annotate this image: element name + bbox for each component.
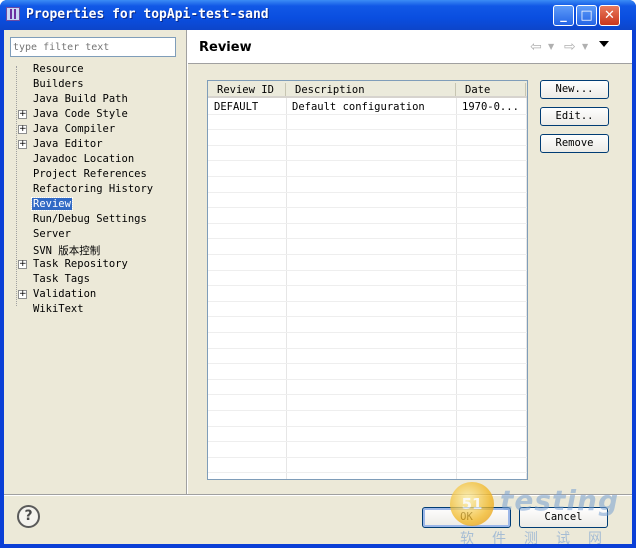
tree-item-server[interactable]: Server [10, 227, 182, 242]
tree-item-label: SVN 版本控制 [33, 245, 101, 257]
dialog-client-area: Resource Builders Java Build Path + Java Cod… [4, 30, 632, 547]
tree-item-label: Server [33, 228, 71, 240]
tree-item-label: Task Repository [33, 258, 128, 270]
remove-button[interactable]: Remove [540, 134, 609, 153]
tree-item-refactoring-history[interactable]: Refactoring History [10, 182, 182, 197]
minimize-button[interactable]: _ [553, 5, 574, 26]
expand-icon[interactable]: + [18, 260, 27, 269]
properties-dialog-window: Properties for topApi-test-sand _ □ ✕ Re… [0, 0, 636, 548]
forward-history-dropdown-icon[interactable]: ▼ [582, 42, 588, 51]
tree-item-project-references[interactable]: Project References [10, 167, 182, 182]
tree-item-label: Java Build Path [33, 93, 128, 105]
column-header-date[interactable]: Date [465, 84, 490, 96]
tree-item-java-code-style[interactable]: + Java Code Style [10, 107, 182, 122]
tree-item-task-tags[interactable]: Task Tags [10, 272, 182, 287]
tree-item-javadoc-location[interactable]: Javadoc Location [10, 152, 182, 167]
tree-item-review[interactable]: Review [10, 197, 182, 212]
tree-item-label: Review [31, 197, 73, 211]
ok-button[interactable]: OK [422, 507, 511, 528]
view-menu-icon[interactable] [599, 41, 609, 47]
app-icon [6, 7, 20, 21]
review-table[interactable]: Review ID Description Date DEFAULT Defaul… [207, 80, 528, 480]
new-button[interactable]: New... [540, 80, 609, 99]
filter-input[interactable] [10, 37, 176, 57]
table-cell: Default configuration [292, 101, 425, 113]
tree-item-label: Builders [33, 78, 84, 90]
expand-icon[interactable]: + [18, 125, 27, 134]
column-header-review-id[interactable]: Review ID [217, 84, 274, 96]
page-header: Review ⇦ ▼ ⇨ ▼ [188, 30, 632, 64]
table-header: Review ID Description Date [208, 81, 527, 98]
window-title: Properties for topApi-test-sand [26, 7, 269, 22]
table-cell: DEFAULT [214, 101, 259, 113]
tree-item-label: Run/Debug Settings [33, 213, 147, 225]
tree-item-label: Task Tags [33, 273, 90, 285]
expand-icon[interactable]: + [18, 110, 27, 119]
table-cell: 1970-0... [462, 101, 519, 113]
tree-item-label: Project References [33, 168, 147, 180]
tree-item-svn[interactable]: SVN 版本控制 [10, 242, 182, 257]
watermark-subtitle: 软件测试网 [460, 531, 620, 547]
back-arrow-icon[interactable]: ⇦ [530, 39, 542, 55]
tree-item-java-editor[interactable]: + Java Editor [10, 137, 182, 152]
column-header-description[interactable]: Description [295, 84, 365, 96]
tree-item-java-build-path[interactable]: Java Build Path [10, 92, 182, 107]
tree-item-label: Resource [33, 63, 84, 75]
page-title: Review [199, 40, 252, 55]
forward-arrow-icon[interactable]: ⇨ [564, 39, 576, 55]
tree-item-label: Java Code Style [33, 108, 128, 120]
tree-item-label: Javadoc Location [33, 153, 135, 165]
tree-item-resource[interactable]: Resource [10, 62, 182, 77]
title-bar[interactable]: Properties for topApi-test-sand _ □ ✕ [0, 0, 636, 30]
tree-item-run-debug-settings[interactable]: Run/Debug Settings [10, 212, 182, 227]
expand-icon[interactable]: + [18, 140, 27, 149]
tree-item-label: Refactoring History [33, 183, 154, 195]
tree-item-label: Java Editor [33, 138, 103, 150]
tree-item-java-compiler[interactable]: + Java Compiler [10, 122, 182, 137]
back-history-dropdown-icon[interactable]: ▼ [548, 42, 554, 51]
tree-item-wikitext[interactable]: WikiText [10, 302, 182, 317]
cancel-button[interactable]: Cancel [519, 507, 608, 528]
tree-item-builders[interactable]: Builders [10, 77, 182, 92]
maximize-button[interactable]: □ [576, 5, 597, 26]
tree-item-validation[interactable]: + Validation [10, 287, 182, 302]
tree-item-label: WikiText [33, 303, 84, 315]
edit-button[interactable]: Edit.. [540, 107, 609, 126]
close-button[interactable]: ✕ [599, 5, 620, 26]
table-row[interactable]: DEFAULT Default configuration 1970-0... [208, 100, 527, 116]
expand-icon[interactable]: + [18, 290, 27, 299]
tree-item-label: Validation [33, 288, 97, 300]
help-icon[interactable]: ? [17, 505, 40, 528]
tree-item-task-repository[interactable]: + Task Repository [10, 257, 182, 272]
tree-item-label: Java Compiler [33, 123, 116, 135]
